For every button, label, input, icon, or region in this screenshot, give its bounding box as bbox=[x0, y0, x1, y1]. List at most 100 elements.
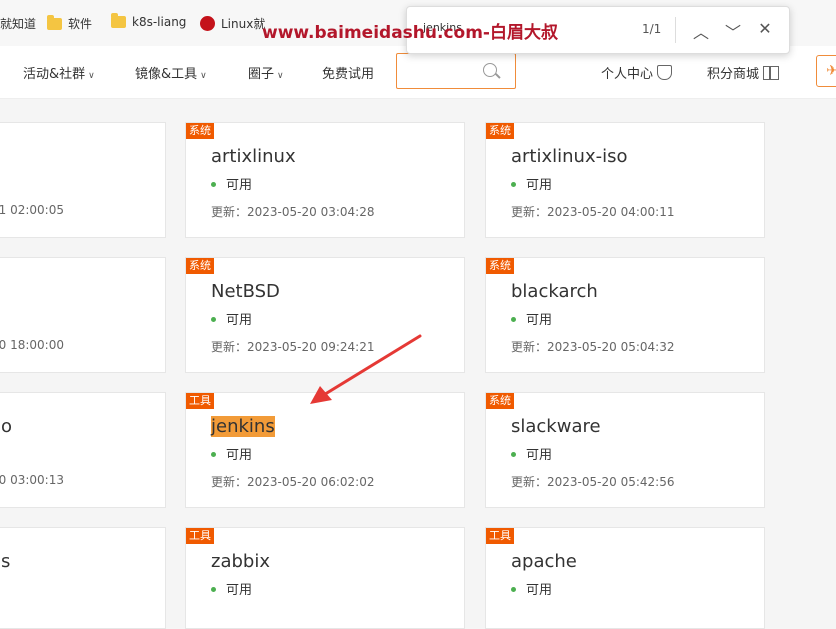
bookmark-item[interactable]: Linux就 bbox=[200, 15, 265, 32]
update-prefix: 更新： bbox=[211, 205, 248, 219]
status-available: 可用 bbox=[211, 309, 252, 328]
status-available: 可用 bbox=[511, 174, 552, 193]
card-title[interactable]: apache bbox=[511, 551, 577, 572]
card-update-partial: 20 03:00:13 bbox=[0, 473, 64, 487]
card-title[interactable]: artixlinux bbox=[211, 146, 296, 167]
card-title[interactable]: blackarch bbox=[511, 281, 598, 302]
find-match-count: 1/1 bbox=[642, 22, 662, 36]
category-badge: 工具 bbox=[486, 528, 514, 544]
card-update: 更新：2023-05-20 03:04:28 bbox=[211, 203, 374, 220]
update-time: 2023-05-20 04:00:11 bbox=[547, 205, 675, 219]
nav-item-free-trial[interactable]: 免费试用 bbox=[322, 63, 374, 82]
update-prefix: 更新： bbox=[211, 475, 248, 489]
nav-label: 镜像&工具 bbox=[135, 67, 198, 82]
status-dot-icon bbox=[211, 452, 216, 457]
search-highlight: jenkins bbox=[211, 416, 275, 437]
card-update: 更新：2023-05-20 04:00:11 bbox=[511, 203, 674, 220]
status-available: 可用 bbox=[211, 444, 252, 463]
update-prefix: 更新： bbox=[511, 205, 548, 219]
status-available: 可用 bbox=[511, 309, 552, 328]
status-label: 可用 bbox=[526, 178, 553, 193]
update-time: 2023-05-20 05:04:32 bbox=[547, 340, 675, 354]
mirror-card[interactable]: 系统 artixlinux-iso 可用 更新：2023-05-20 04:00… bbox=[485, 122, 765, 238]
chevron-down-icon[interactable]: ﹀ bbox=[723, 19, 743, 43]
update-prefix: 更新： bbox=[511, 475, 548, 489]
card-update: 更新：2023-05-20 06:02:02 bbox=[211, 473, 374, 490]
bookmark-label: 软件 bbox=[68, 17, 93, 31]
bookmark-item[interactable]: k8s-liang bbox=[111, 13, 187, 29]
card-title-partial: s bbox=[1, 551, 11, 572]
personal-center-link[interactable]: 个人中心 bbox=[601, 63, 673, 82]
category-badge: 系统 bbox=[486, 123, 514, 139]
search-input[interactable] bbox=[396, 53, 516, 89]
status-dot-icon bbox=[211, 317, 216, 322]
status-dot-icon bbox=[511, 182, 516, 187]
partial-card[interactable]: o 20 03:00:13 bbox=[0, 392, 166, 508]
nav-label: 免费试用 bbox=[322, 67, 375, 82]
bookmark-label: k8s-liang bbox=[132, 15, 187, 29]
nav-label: 活动&社群 bbox=[23, 67, 86, 82]
mirror-card[interactable]: 系统 slackware 可用 更新：2023-05-20 05:42:56 bbox=[485, 392, 765, 508]
category-badge: 系统 bbox=[186, 258, 214, 274]
mirror-card[interactable]: 工具 apache 可用 bbox=[485, 527, 765, 629]
gift-icon bbox=[763, 66, 780, 80]
search-icon[interactable] bbox=[483, 63, 497, 77]
nav-label: 个人中心 bbox=[601, 67, 654, 82]
close-icon[interactable]: ✕ bbox=[755, 19, 775, 38]
category-badge: 工具 bbox=[186, 393, 214, 409]
category-badge: 系统 bbox=[486, 258, 514, 274]
card-update-partial: 31 02:00:05 bbox=[0, 203, 64, 217]
nav-item-activity[interactable]: 活动&社群 ∨ bbox=[23, 63, 95, 82]
chevron-down-icon: ∨ bbox=[277, 71, 284, 81]
category-badge: 系统 bbox=[186, 123, 214, 139]
points-mall-link[interactable]: 积分商城 bbox=[707, 63, 780, 82]
card-title-partial: o bbox=[1, 416, 13, 437]
annotation-arrow-icon bbox=[310, 334, 422, 404]
update-prefix: 更新： bbox=[211, 340, 248, 354]
update-time: 2023-05-20 06:02:02 bbox=[247, 475, 375, 489]
card-title[interactable]: zabbix bbox=[211, 551, 270, 572]
status-dot-icon bbox=[211, 182, 216, 187]
status-label: 可用 bbox=[526, 583, 553, 598]
mirror-card[interactable]: 系统 artixlinux 可用 更新：2023-05-20 03:04:28 bbox=[185, 122, 465, 238]
category-badge: 系统 bbox=[486, 393, 514, 409]
status-dot-icon bbox=[211, 587, 216, 592]
shield-icon bbox=[657, 65, 673, 80]
divider bbox=[675, 17, 676, 43]
send-icon: ✈ bbox=[826, 63, 836, 79]
card-update: 更新：2023-05-20 05:04:32 bbox=[511, 338, 674, 355]
card-title[interactable]: slackware bbox=[511, 416, 601, 437]
mirror-card[interactable]: 系统 blackarch 可用 更新：2023-05-20 05:04:32 bbox=[485, 257, 765, 373]
status-label: 可用 bbox=[526, 448, 553, 463]
status-available: 可用 bbox=[211, 579, 252, 598]
status-label: 可用 bbox=[226, 178, 253, 193]
nav-item-mirrors[interactable]: 镜像&工具 ∨ bbox=[135, 63, 207, 82]
status-available: 可用 bbox=[511, 579, 552, 598]
card-update-partial: 20 18:00:00 bbox=[0, 338, 64, 352]
card-title[interactable]: NetBSD bbox=[211, 281, 280, 302]
status-label: 可用 bbox=[226, 313, 253, 328]
card-title[interactable]: artixlinux-iso bbox=[511, 146, 628, 167]
status-label: 可用 bbox=[226, 448, 253, 463]
card-title[interactable]: jenkins bbox=[211, 416, 275, 437]
partial-card[interactable]: 31 02:00:05 bbox=[0, 122, 166, 238]
folder-icon bbox=[111, 13, 126, 28]
chevron-up-icon[interactable]: ︿ bbox=[691, 19, 711, 43]
nav-item-circle[interactable]: 圈子 ∨ bbox=[248, 63, 284, 82]
status-dot-icon bbox=[511, 317, 516, 322]
partial-card[interactable]: 20 18:00:00 bbox=[0, 257, 166, 373]
bookmark-label: 就知道 bbox=[0, 17, 37, 31]
watermark-text: www.baimeidashu.com-白眉大叔 bbox=[262, 23, 558, 43]
bookmark-item[interactable]: 就知道 bbox=[0, 15, 36, 32]
nav-label: 圈子 bbox=[248, 67, 275, 82]
status-available: 可用 bbox=[511, 444, 552, 463]
send-button[interactable]: ✈ bbox=[816, 55, 836, 87]
partial-card[interactable]: s bbox=[0, 527, 166, 629]
status-label: 可用 bbox=[226, 583, 253, 598]
bookmark-label: Linux就 bbox=[221, 17, 266, 31]
chevron-down-icon: ∨ bbox=[88, 71, 95, 81]
category-badge: 工具 bbox=[186, 528, 214, 544]
card-update: 更新：2023-05-20 05:42:56 bbox=[511, 473, 674, 490]
bookmark-item[interactable]: 软件 bbox=[47, 14, 93, 32]
mirror-card[interactable]: 工具 zabbix 可用 bbox=[185, 527, 465, 629]
